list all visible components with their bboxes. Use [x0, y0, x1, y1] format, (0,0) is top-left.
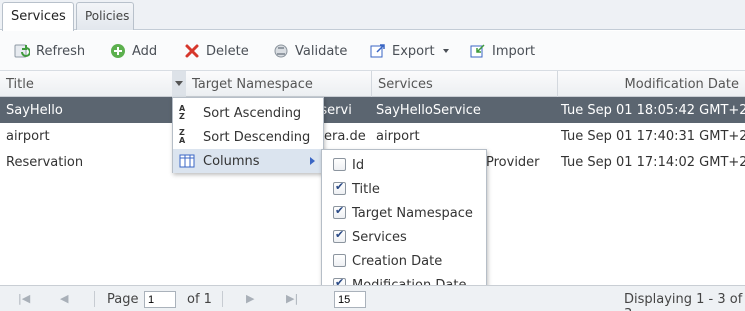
column-toggle-label: Services	[352, 230, 407, 245]
sort-ascending-label: Sort Ascending	[203, 106, 302, 121]
page-number-input[interactable]	[144, 291, 176, 308]
prev-page-icon[interactable]: ◀	[60, 292, 68, 305]
table-row[interactable]: airport era.de airport Tue Sep 01 17:40:…	[0, 123, 745, 149]
chevron-down-icon	[442, 49, 449, 53]
column-menu-trigger[interactable]	[172, 71, 186, 97]
column-toggle-services[interactable]: Services	[322, 225, 486, 249]
refresh-icon	[14, 44, 30, 58]
separator	[222, 291, 223, 307]
export-icon	[370, 44, 385, 58]
cell-modification-date: Tue Sep 01 17:14:02 GMT+20	[561, 155, 745, 170]
cell-services: Provider	[486, 155, 540, 170]
validate-icon	[274, 44, 288, 58]
validate-button[interactable]: Validate	[273, 41, 347, 61]
sort-ascending-icon: AZ	[179, 104, 186, 121]
cell-title: SayHello	[6, 103, 63, 118]
column-toggle-label: Title	[352, 182, 380, 197]
tab-policies[interactable]: Policies	[76, 2, 134, 30]
checkbox[interactable]	[333, 254, 346, 267]
checkbox[interactable]	[333, 158, 346, 171]
grid-header: Title Target Namespace Services Modifica…	[0, 71, 745, 97]
cell-title: airport	[6, 129, 50, 144]
column-header-title[interactable]: Title	[0, 71, 186, 97]
checkbox[interactable]	[333, 180, 346, 195]
next-page-icon[interactable]: ▶	[246, 292, 254, 305]
column-header-target-namespace[interactable]: Target Namespace	[186, 71, 372, 97]
submenu-arrow-icon	[310, 157, 315, 165]
column-menu: AZ Sort Ascending ZA Sort Descending Col…	[172, 97, 324, 173]
table-row[interactable]: SayHello /servi SayHelloService Tue Sep …	[0, 97, 745, 123]
sort-descending-item[interactable]: ZA Sort Descending	[173, 125, 323, 149]
page-count: of 1	[187, 292, 212, 307]
export-button[interactable]: Export	[370, 41, 449, 61]
columns-item[interactable]: Columns	[173, 149, 323, 173]
cell-target-namespace: era.de	[324, 129, 366, 144]
column-toggle-label: Id	[352, 158, 365, 173]
add-label: Add	[132, 43, 158, 59]
columns-label: Columns	[203, 154, 260, 169]
tab-bar: Services Policies	[0, 0, 745, 31]
column-toggle-target-namespace[interactable]: Target Namespace	[322, 201, 486, 225]
cell-modification-date: Tue Sep 01 17:40:31 GMT+20	[561, 129, 745, 144]
add-icon	[111, 44, 125, 58]
columns-submenu: Id Title Target Namespace Services Creat…	[321, 149, 487, 299]
refresh-label: Refresh	[36, 43, 86, 59]
display-info: Displaying 1 - 3 of 3	[624, 292, 743, 311]
page-size-input[interactable]	[334, 291, 366, 308]
add-button[interactable]: Add	[110, 41, 157, 61]
delete-label: Delete	[206, 43, 249, 59]
refresh-button[interactable]: Refresh	[14, 41, 85, 61]
columns-icon	[179, 154, 195, 168]
page-label: Page	[107, 292, 139, 307]
column-toggle-label: Creation Date	[352, 254, 443, 269]
column-toggle-id[interactable]: Id	[322, 153, 486, 177]
column-header-services[interactable]: Services	[372, 71, 558, 97]
sort-ascending-item[interactable]: AZ Sort Ascending	[173, 101, 323, 125]
first-page-icon[interactable]: |◀	[18, 292, 30, 305]
separator	[94, 291, 95, 307]
tab-services[interactable]: Services	[2, 2, 74, 31]
cell-services: SayHelloService	[376, 103, 481, 118]
import-button[interactable]: Import	[470, 41, 535, 61]
delete-button[interactable]: Delete	[184, 41, 249, 61]
export-label: Export	[392, 43, 435, 59]
cell-services: airport	[376, 129, 420, 144]
import-icon	[470, 44, 485, 58]
cell-modification-date: Tue Sep 01 18:05:42 GMT+20	[561, 103, 745, 118]
checkbox[interactable]	[333, 204, 346, 219]
delete-icon	[185, 44, 199, 58]
column-toggle-title[interactable]: Title	[322, 177, 486, 201]
import-label: Import	[492, 43, 536, 59]
checkbox[interactable]	[333, 228, 346, 243]
sort-descending-icon: ZA	[179, 128, 186, 145]
cell-title: Reservation	[6, 155, 84, 170]
column-toggle-label: Target Namespace	[352, 206, 473, 221]
column-toggle-creation-date[interactable]: Creation Date	[322, 249, 486, 273]
paging-toolbar: |◀ ◀ Page of 1 ▶ ▶| Displaying 1 - 3 of …	[0, 285, 745, 311]
sort-descending-label: Sort Descending	[203, 130, 311, 145]
last-page-icon[interactable]: ▶|	[286, 292, 298, 305]
validate-label: Validate	[295, 43, 348, 59]
column-header-modification-date[interactable]: Modification Date	[558, 71, 745, 97]
toolbar: Refresh Add Delete Validate Export Impor…	[0, 31, 745, 71]
